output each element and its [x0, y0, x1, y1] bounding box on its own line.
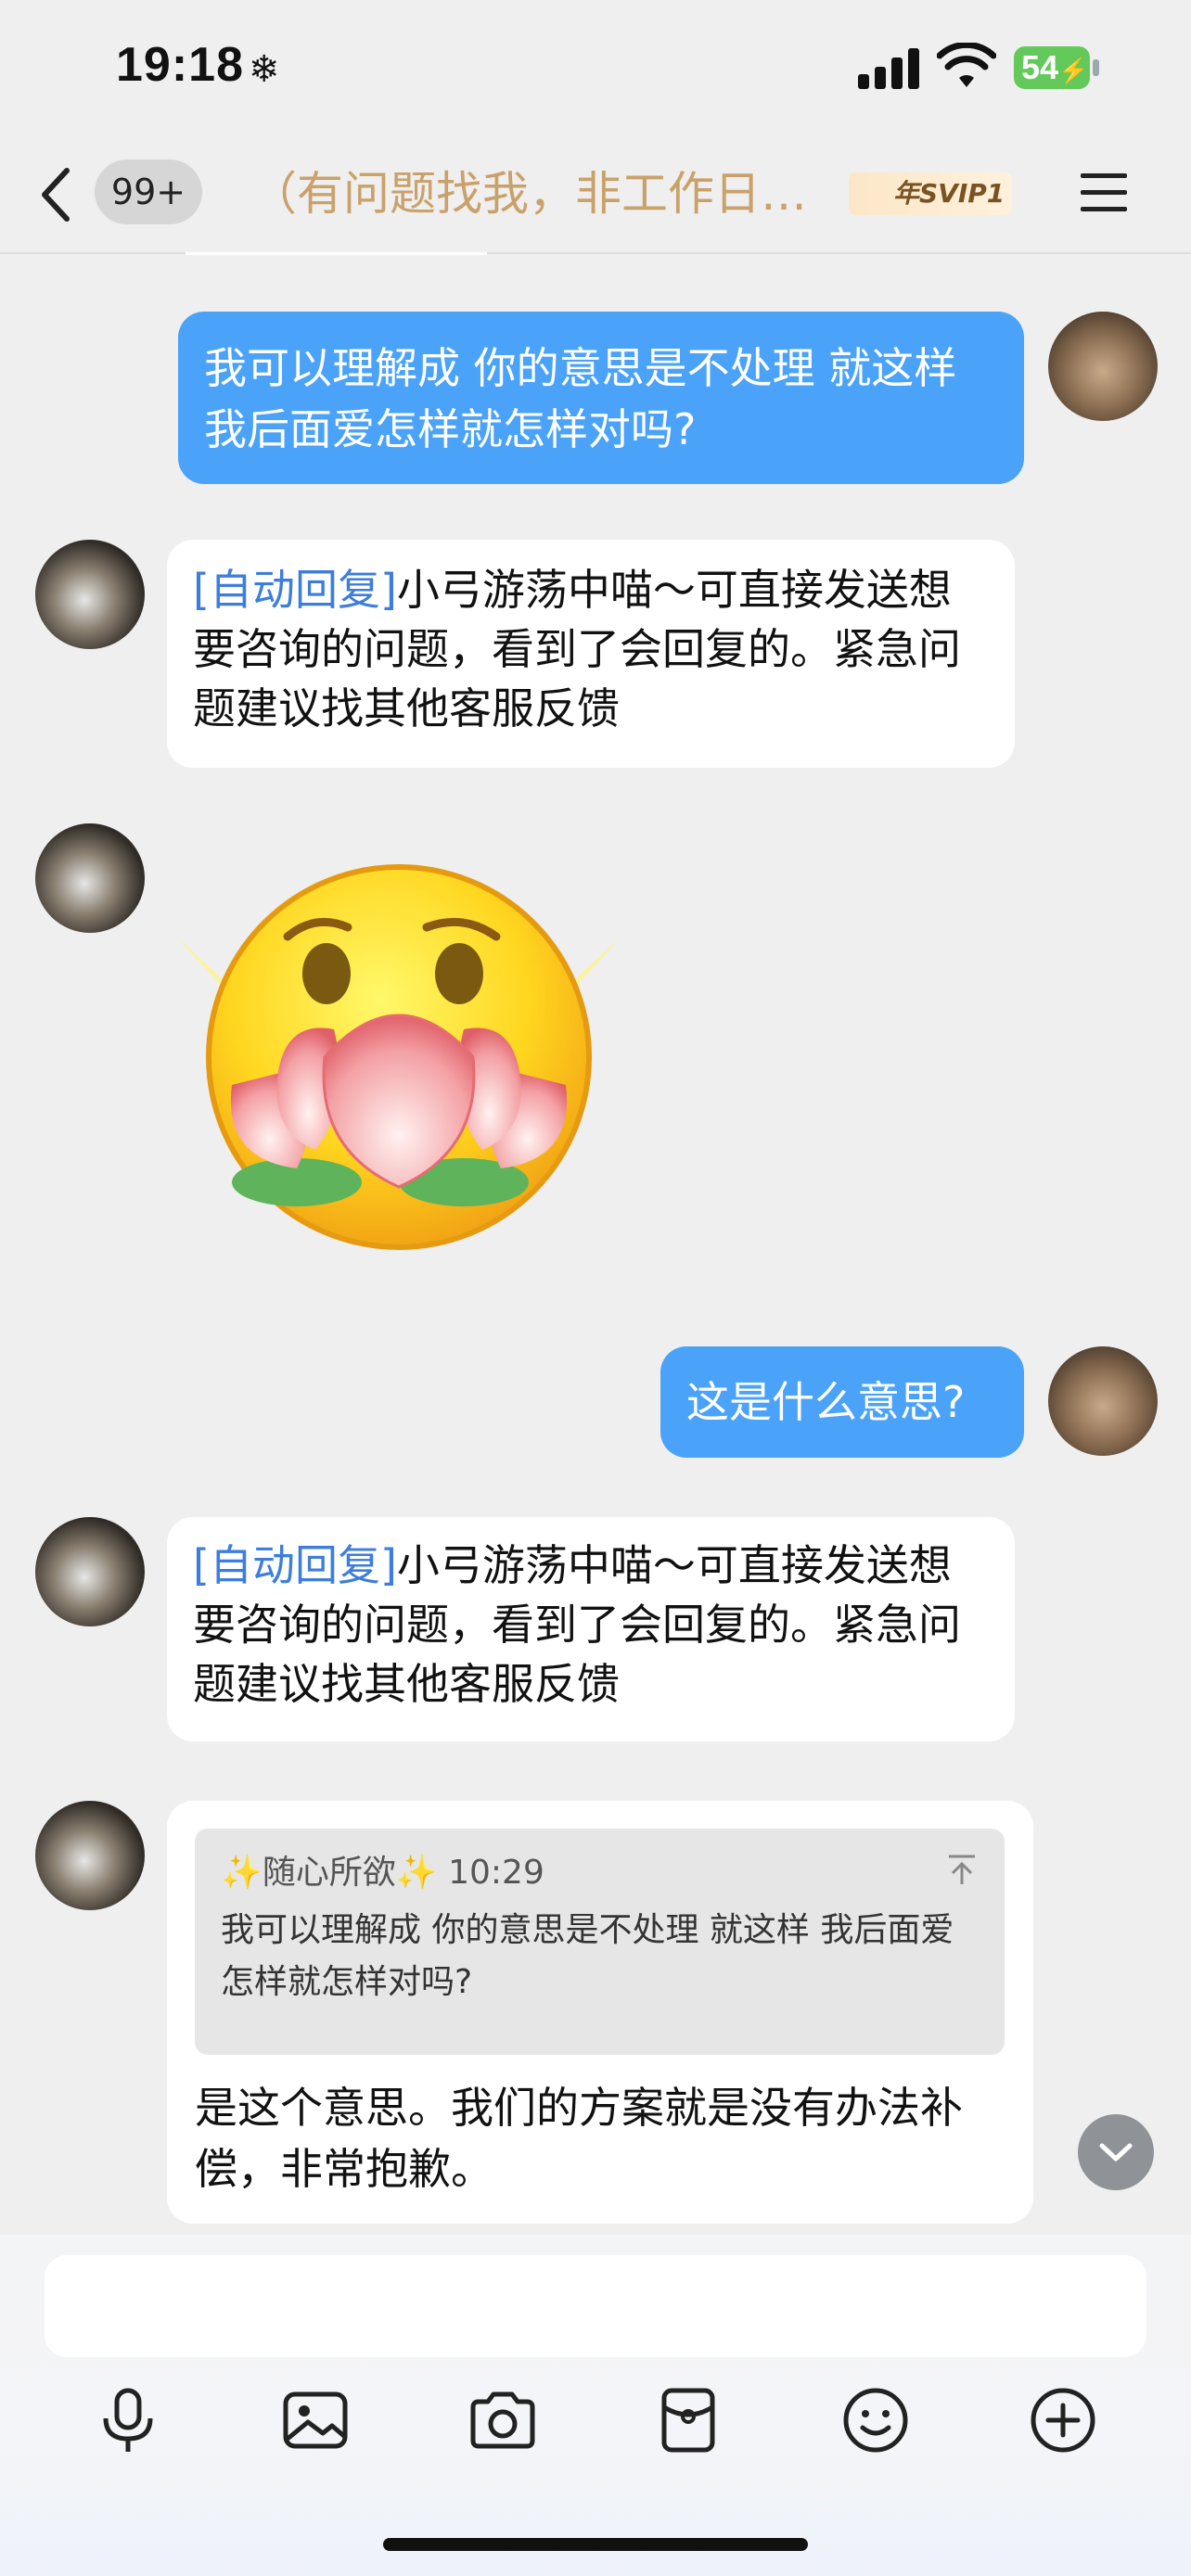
jump-to-top-icon[interactable]	[945, 1853, 979, 1886]
contact-avatar[interactable]	[35, 540, 145, 649]
contact-avatar[interactable]	[35, 1801, 145, 1910]
quote-text: 我可以理解成 你的意思是不处理 就这样 我后面爱怎样就怎样对吗?	[221, 1911, 954, 2001]
camera-icon[interactable]	[467, 2385, 538, 2455]
my-avatar[interactable]	[1048, 312, 1158, 421]
previous-message-edge	[186, 252, 487, 255]
status-bar: 19:18 ❄ 54⚡	[0, 0, 1191, 139]
quoted-message[interactable]: ✨随心所欲✨ 10:29 我可以理解成 你的意思是不处理 就这样 我后面爱怎样就…	[195, 1829, 1005, 2055]
contact-avatar[interactable]	[35, 1517, 145, 1626]
charging-bolt-icon: ⚡	[1058, 57, 1089, 84]
mic-icon[interactable]	[93, 2385, 163, 2455]
chevron-down-icon	[1099, 2143, 1133, 2162]
quote-header: ✨随心所欲✨ 10:29	[221, 1851, 979, 1895]
back-icon[interactable]	[37, 167, 74, 223]
message-text: 这是什么意思?	[686, 1377, 966, 1427]
message-text: 是这个意思。我们的方案就是没有办法补偿，非常抱歉。	[195, 2083, 963, 2194]
scroll-to-bottom-button[interactable]	[1078, 2114, 1154, 2190]
quote-time: 10:29	[448, 1854, 544, 1892]
outgoing-message[interactable]: 这是什么意思?	[660, 1346, 1024, 1458]
incoming-message[interactable]: [自动回复]小弓游荡中喵～可直接发送想要咨询的问题，看到了会回复的。紧急问题建议…	[167, 540, 1015, 768]
vip-badge[interactable]: 年SVIP1	[849, 172, 1012, 215]
status-time: 19:18	[116, 38, 244, 92]
red-packet-icon[interactable]	[653, 2385, 724, 2455]
unread-badge[interactable]: 99+	[95, 159, 202, 224]
incoming-message[interactable]: [自动回复]小弓游荡中喵～可直接发送想要咨询的问题，看到了会回复的。紧急问题建议…	[167, 1517, 1015, 1741]
emoji-icon[interactable]	[840, 2385, 911, 2455]
cellular-signal-icon	[858, 48, 919, 89]
lotus-emoji-sticker[interactable]	[167, 835, 631, 1261]
wifi-icon	[937, 43, 996, 87]
battery-cap	[1093, 59, 1099, 76]
auto-reply-tag: [自动回复]	[193, 1540, 397, 1590]
contact-avatar[interactable]	[35, 823, 145, 933]
message-text: 我可以理解成 你的意思是不处理 就这样 我后面爱怎样就怎样对吗?	[204, 343, 957, 454]
home-indicator	[383, 2538, 808, 2551]
auto-reply-tag: [自动回复]	[193, 565, 397, 615]
outgoing-message[interactable]: 我可以理解成 你的意思是不处理 就这样 我后面爱怎样就怎样对吗?	[178, 312, 1024, 484]
snowflake-icon: ❄	[249, 48, 280, 91]
menu-icon[interactable]	[1079, 170, 1129, 216]
my-avatar[interactable]	[1048, 1346, 1158, 1456]
battery-level: 54	[1021, 48, 1059, 86]
image-icon[interactable]	[280, 2385, 351, 2455]
chat-title[interactable]: （有问题找我，非工作日…	[250, 159, 807, 228]
plus-icon[interactable]	[1028, 2385, 1098, 2455]
quote-sender: ✨随心所欲✨	[221, 1854, 438, 1892]
message-input[interactable]	[45, 2255, 1146, 2357]
chat-header: 99+ （有问题找我，非工作日… 年SVIP1	[0, 139, 1191, 254]
battery-indicator: 54⚡	[1014, 46, 1090, 89]
